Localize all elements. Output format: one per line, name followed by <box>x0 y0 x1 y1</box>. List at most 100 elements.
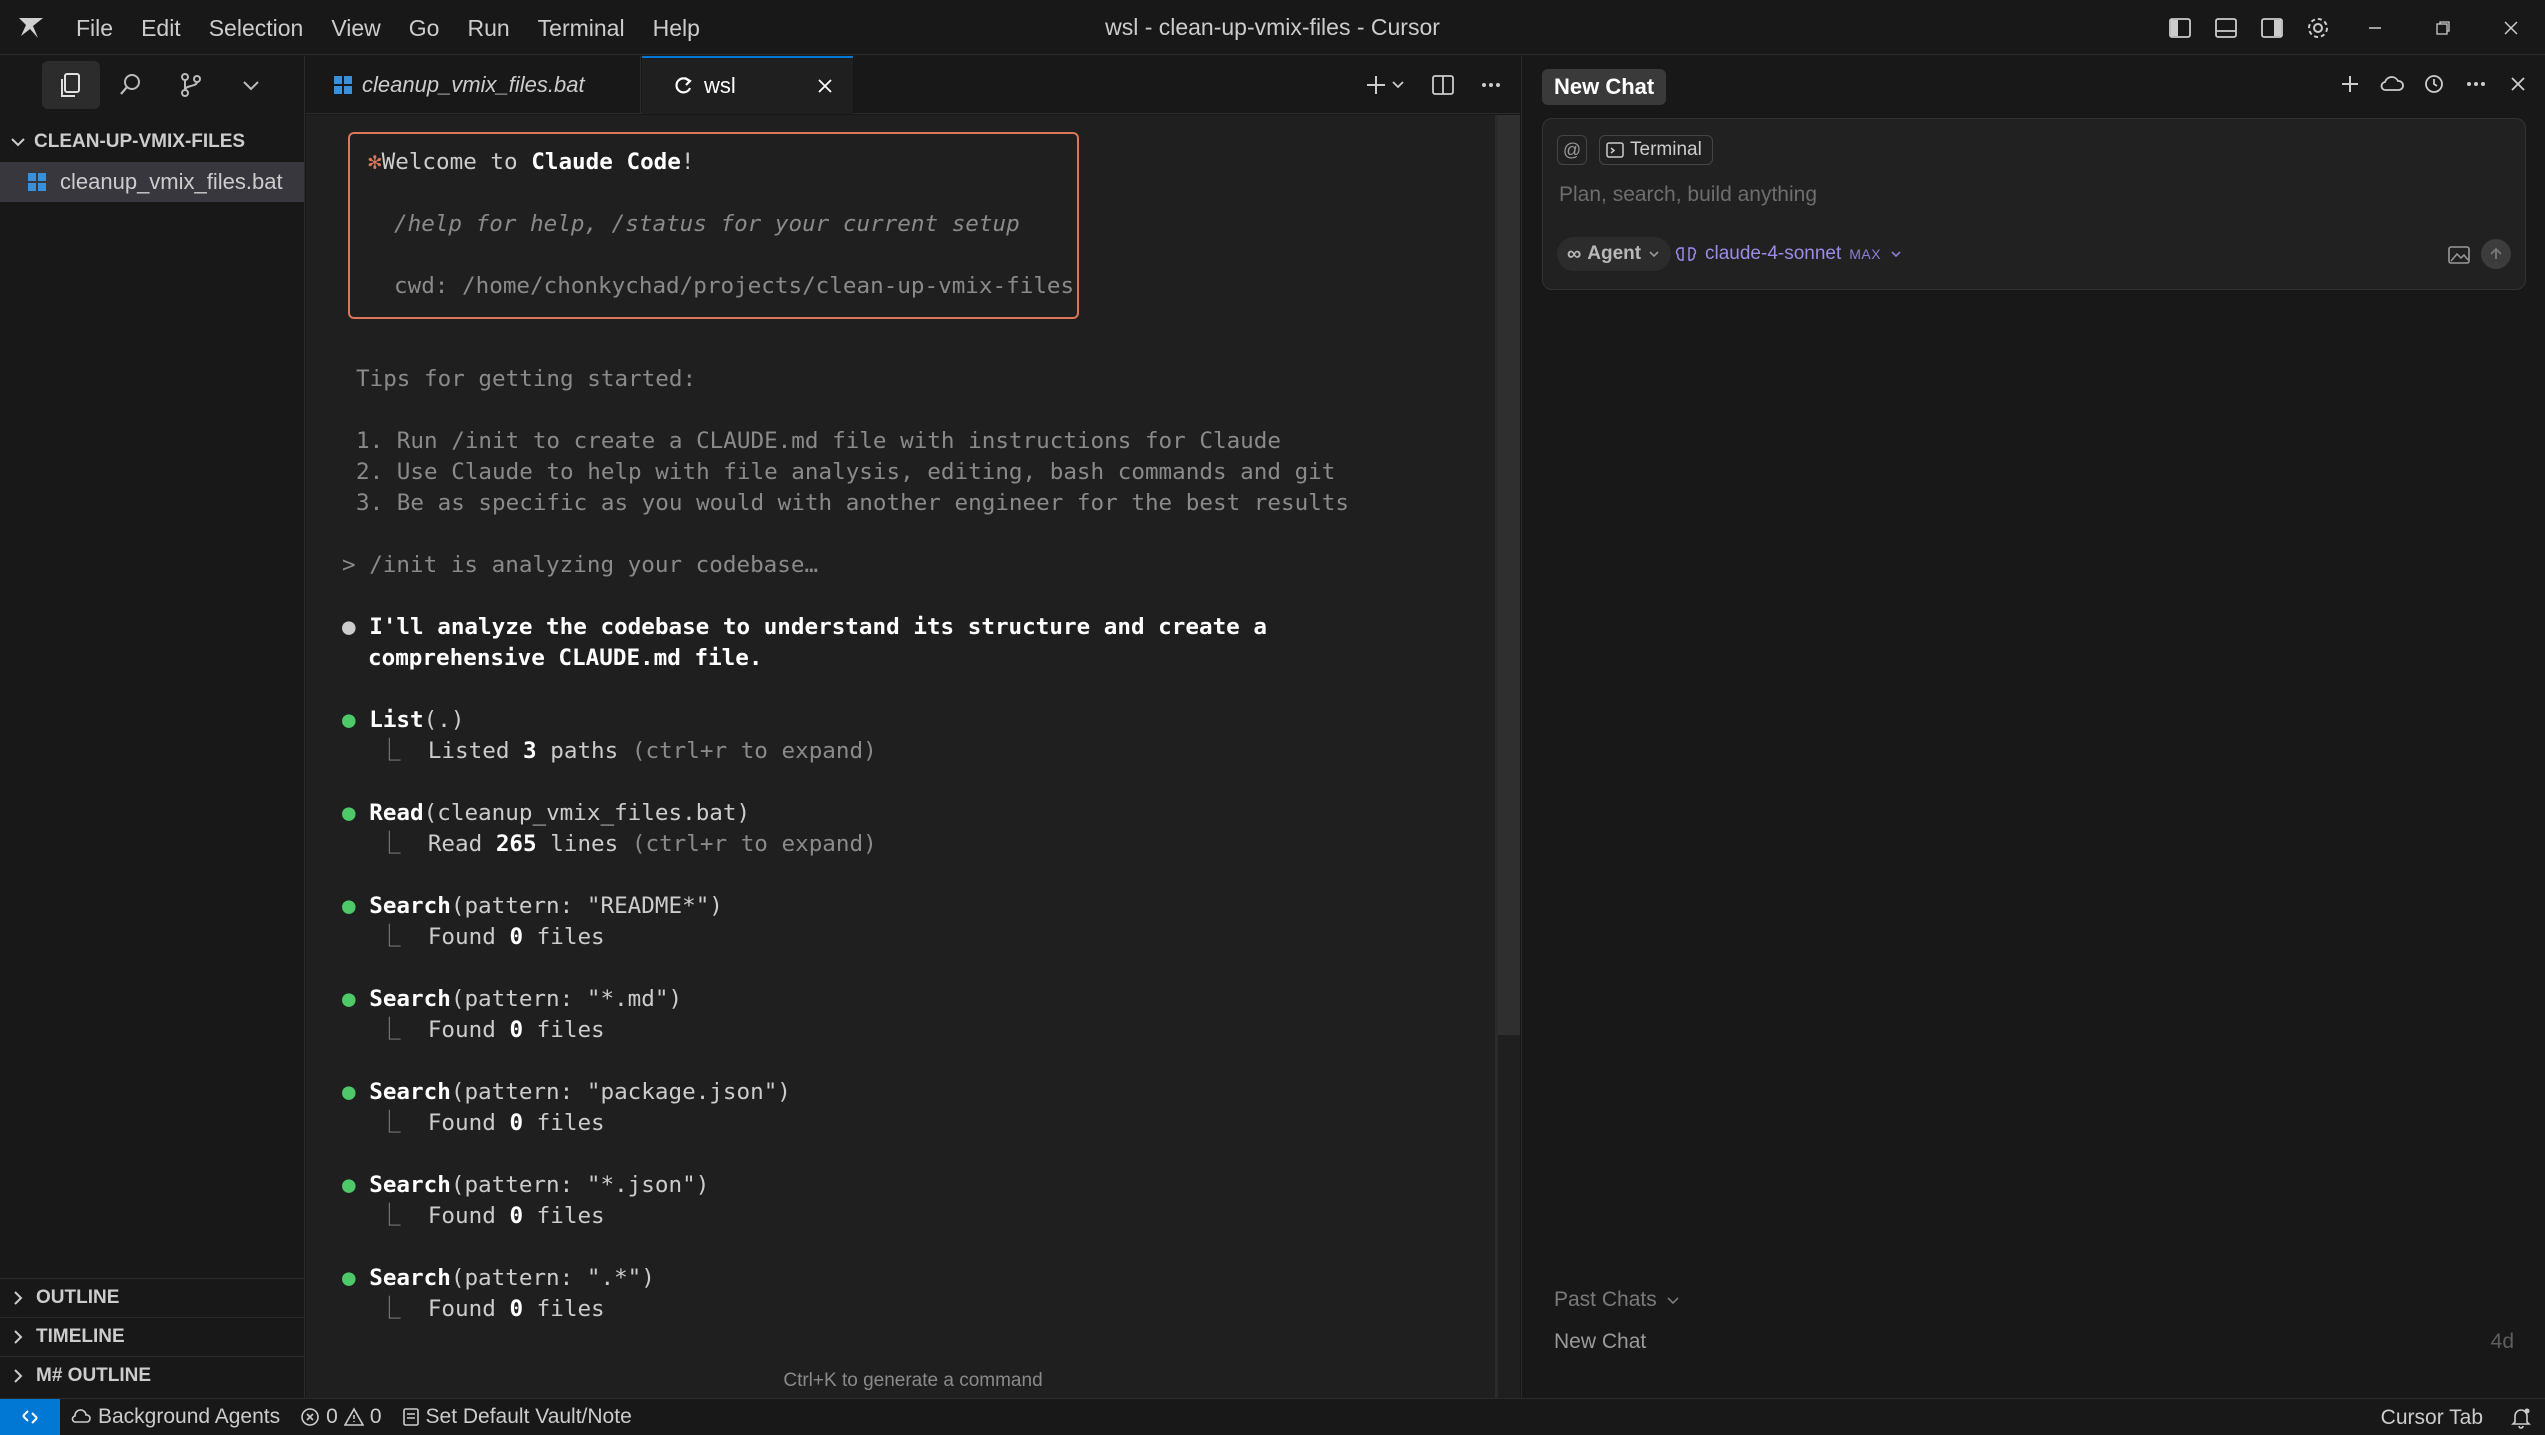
menu-view[interactable]: View <box>317 8 394 48</box>
model-selector[interactable]: claude-4-sonnet MAX <box>1675 237 1903 271</box>
tab-cleanup-bat[interactable]: cleanup_vmix_files.bat <box>306 56 641 114</box>
more-views-chevron-down-icon[interactable] <box>222 61 280 109</box>
bullet-icon: ● <box>342 1172 356 1198</box>
chevron-right-icon <box>14 1330 23 1344</box>
menu-terminal[interactable]: Terminal <box>524 8 639 48</box>
claude-star-icon: ✻ <box>368 149 382 175</box>
chat-header: New Chat <box>1522 56 2545 114</box>
terminal-icon <box>1606 142 1624 158</box>
help-line: /help for help, /status for your current… <box>394 211 1020 237</box>
send-arrow-up-icon[interactable] <box>2481 239 2511 269</box>
menu-file[interactable]: File <box>62 8 127 48</box>
chat-input[interactable] <box>1559 179 2499 211</box>
tool-call-line: ● List(.) <box>342 707 465 733</box>
menu-go[interactable]: Go <box>395 8 454 48</box>
terminal-scrollbar[interactable] <box>1498 115 1520 1035</box>
tool-call-line: ● Search(pattern: "README*") <box>342 893 723 919</box>
bullet-icon: ● <box>342 614 356 640</box>
cloud-icon <box>71 1409 91 1423</box>
title-bar-controls <box>2157 0 2545 55</box>
background-agents-button[interactable]: Background Agents <box>60 1399 290 1435</box>
tool-result-line: ⎿ Read 265 lines (ctrl+r to expand) <box>378 831 877 857</box>
tool-result-line: ⎿ Found 0 files <box>378 1203 605 1229</box>
problems-indicator[interactable]: 0 0 <box>290 1399 391 1435</box>
close-chat-icon[interactable] <box>2498 62 2538 106</box>
agent-mode-selector[interactable]: ∞ Agent <box>1557 237 1672 271</box>
note-icon <box>402 1408 419 1426</box>
chat-tab-new-chat[interactable]: New Chat <box>1542 69 1667 105</box>
tool-call-line: ● Read(cleanup_vmix_files.bat) <box>342 800 751 826</box>
tab-wsl-terminal[interactable]: wsl <box>642 56 853 114</box>
new-chat-plus-icon[interactable] <box>2330 62 2370 106</box>
bullet-icon: ● <box>342 986 356 1012</box>
chat-more-ellipsis-icon[interactable] <box>2456 62 2496 106</box>
toggle-secondary-sidebar-icon[interactable] <box>2249 5 2295 51</box>
title-bar: File Edit Selection View Go Run Terminal… <box>0 0 2545 55</box>
menu-help[interactable]: Help <box>639 8 714 48</box>
context-pill-terminal[interactable]: Terminal <box>1599 135 1713 165</box>
chat-actions <box>2330 62 2538 106</box>
explorer-folder-header[interactable]: CLEAN-UP-VMIX-FILES <box>0 122 304 162</box>
new-terminal-plus-icon[interactable] <box>1356 64 1416 106</box>
tip-line: 2. Use Claude to help with file analysis… <box>356 459 1336 485</box>
cloud-icon[interactable] <box>2372 62 2412 106</box>
toggle-panel-icon[interactable] <box>2203 5 2249 51</box>
tool-result-line: ⎿ Found 0 files <box>378 1017 605 1043</box>
tool-call-line: ● Search(pattern: "package.json") <box>342 1079 791 1105</box>
more-actions-ellipsis-icon[interactable] <box>1470 64 1512 106</box>
cwd-line: cwd: /home/chonkychad/projects/clean-up-… <box>394 273 1075 299</box>
welcome-line: ✻Welcome to Claude Code! <box>368 149 695 175</box>
remote-connection-icon[interactable] <box>0 1398 60 1435</box>
menu-run[interactable]: Run <box>453 8 523 48</box>
markdown-outline-section[interactable]: M# OUTLINE <box>0 1356 305 1395</box>
vault-note-button[interactable]: Set Default Vault/Note <box>392 1399 642 1435</box>
assistant-message-cont: comprehensive CLAUDE.md file. <box>368 645 763 671</box>
tool-result-line: ⎿ Found 0 files <box>378 924 605 950</box>
split-editor-icon[interactable] <box>1422 64 1464 106</box>
editor-tab-bar: cleanup_vmix_files.bat wsl <box>306 56 1520 114</box>
tip-line: 1. Run /init to create a CLAUDE.md file … <box>356 428 1281 454</box>
terminal-panel[interactable]: ✻Welcome to Claude Code! /help for help,… <box>306 115 1520 1398</box>
close-tab-icon[interactable] <box>811 72 839 100</box>
explorer-sidebar: CLEAN-UP-VMIX-FILES cleanup_vmix_files.b… <box>0 56 305 1398</box>
tab-label: cleanup_vmix_files.bat <box>362 72 585 97</box>
cursor-tab-status[interactable]: Cursor Tab <box>2371 1399 2501 1435</box>
past-chat-age: 4d <box>2490 1330 2514 1353</box>
minimize-icon[interactable] <box>2341 0 2409 55</box>
add-context-at-button[interactable]: @ <box>1557 135 1587 165</box>
menu-edit[interactable]: Edit <box>127 8 195 48</box>
tree-branch-glyph: ⎿ <box>378 924 428 950</box>
prompt-line: > /init is analyzing your codebase… <box>342 552 819 578</box>
explorer-files-icon[interactable] <box>42 61 100 109</box>
history-icon[interactable] <box>2414 62 2454 106</box>
sidebar-toolbar <box>0 56 304 114</box>
menu-selection[interactable]: Selection <box>195 8 318 48</box>
chevron-down-icon <box>1649 251 1659 258</box>
close-window-icon[interactable] <box>2477 0 2545 55</box>
outline-section[interactable]: OUTLINE <box>0 1278 305 1317</box>
notifications-bell-icon[interactable] <box>2501 1399 2545 1435</box>
cursor-logo-icon <box>19 18 43 38</box>
terminal-hint: Ctrl+K to generate a command <box>783 1370 1043 1391</box>
tool-call-line: ● Search(pattern: ".*") <box>342 1265 655 1291</box>
tab-label: wsl <box>704 73 736 98</box>
menu-bar: File Edit Selection View Go Run Terminal… <box>62 0 714 55</box>
section-label: TIMELINE <box>36 1326 125 1347</box>
terminal-sync-icon <box>675 77 692 94</box>
past-chats-toggle[interactable]: Past Chats <box>1554 1288 1681 1312</box>
settings-gear-icon[interactable] <box>2295 5 2341 51</box>
source-control-icon[interactable] <box>162 61 220 109</box>
search-icon[interactable] <box>102 61 160 109</box>
tool-call-line: ● Search(pattern: "*.json") <box>342 1172 710 1198</box>
restore-icon[interactable] <box>2409 0 2477 55</box>
past-chat-item[interactable]: New Chat 4d <box>1554 1330 2514 1354</box>
toggle-primary-sidebar-icon[interactable] <box>2157 5 2203 51</box>
assistant-message: ● I'll analyze the codebase to understan… <box>342 614 1267 640</box>
attach-image-icon[interactable] <box>2445 241 2473 269</box>
bullet-icon: ● <box>342 893 356 919</box>
timeline-section[interactable]: TIMELINE <box>0 1317 305 1356</box>
chevron-down-icon <box>1667 1297 1679 1305</box>
chat-composer: @ Terminal ∞ Agent claude-4-sonnet MAX <box>1542 118 2526 290</box>
file-item[interactable]: cleanup_vmix_files.bat <box>0 162 304 202</box>
tool-result-line: ⎿ Found 0 files <box>378 1110 605 1136</box>
